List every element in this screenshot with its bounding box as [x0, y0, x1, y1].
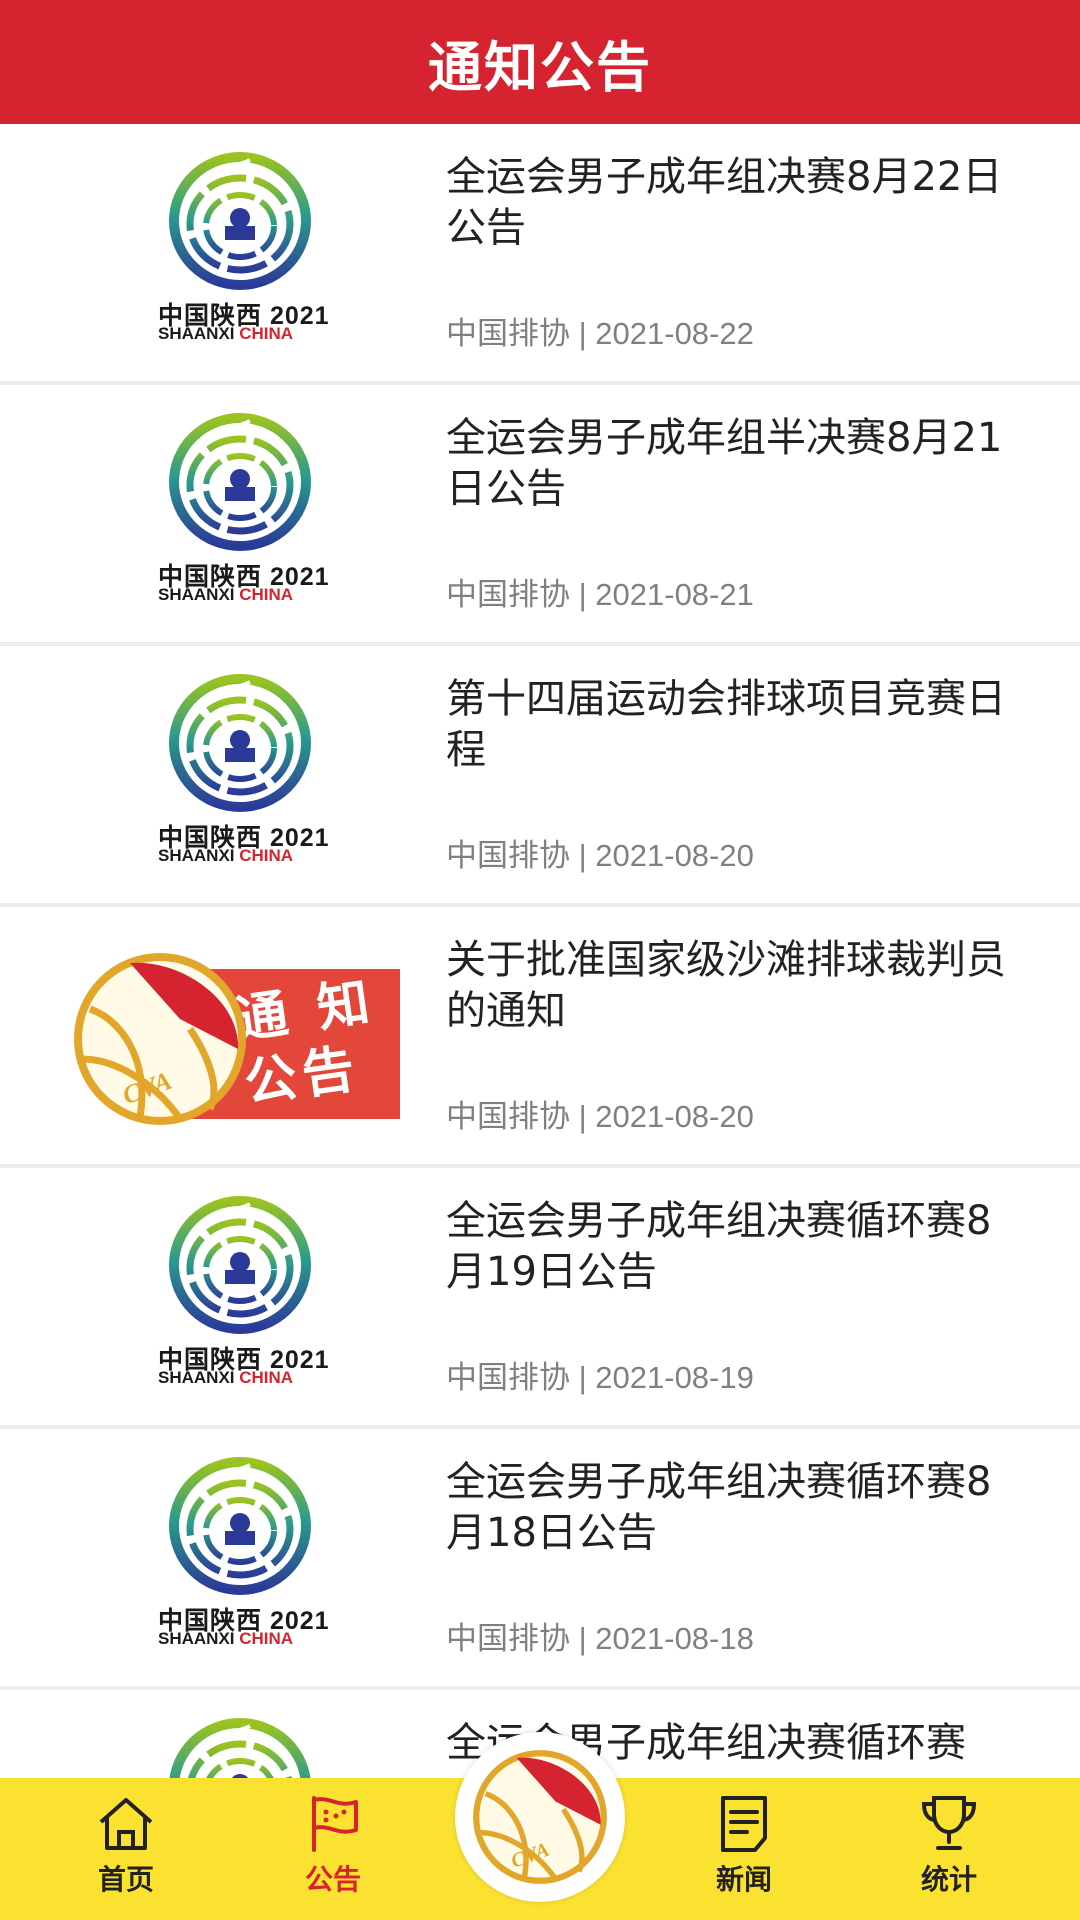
- shaanxi-emblem-icon: [169, 152, 311, 290]
- notice-meta: 中国排协 | 2021-08-20: [446, 838, 754, 873]
- list-item[interactable]: 中国陕西 2021 SHAANXI CHINA 第十四届运动会排球项目竞赛日程 中…: [0, 646, 1080, 907]
- notice-title[interactable]: 第十四届运动会排球项目竞赛日程: [446, 674, 1026, 776]
- nav-label: 公告: [304, 1863, 361, 1896]
- thumbnail: 中国陕西 2021SHAANXI CHINA: [70, 146, 400, 364]
- notice-meta: 中国排协 | 2021-08-18: [446, 1621, 754, 1656]
- notice-title[interactable]: 全运会男子成年组决赛循环赛8月18日公告: [446, 1457, 1026, 1559]
- nav-label: 首页: [97, 1863, 154, 1896]
- notice-list[interactable]: 中国陕西 2021 SHAANXI CHINA 全运会男子成年组决赛8月22日公告…: [0, 124, 1080, 1778]
- shaanxi-emblem-icon: [169, 1196, 311, 1334]
- notice-banner-text: 通 知公告: [232, 971, 380, 1115]
- thumbnail: 通 知公告 CVA: [70, 929, 400, 1147]
- trophy-icon: [921, 1796, 977, 1850]
- shaanxi-2021-logo: 中国陕西 2021SHAANXI CHINA: [70, 407, 400, 625]
- page-title: 通知公告: [428, 35, 652, 99]
- nav-item-notice[interactable]: 公告: [273, 1778, 393, 1920]
- shaanxi-emblem-icon: [169, 413, 311, 551]
- shaanxi-2021-logo: 中国陕西 2021SHAANXI CHINA: [70, 1451, 400, 1669]
- flag-icon: [312, 1796, 358, 1852]
- thumbnail: 中国陕西 2021SHAANXI CHINA: [70, 407, 400, 625]
- thumbnail: 中国陕西 2021SHAANXI CHINA: [70, 1712, 400, 1778]
- logo-subtext: SHAANXI CHINA: [158, 585, 294, 604]
- nav-label: 新闻: [715, 1863, 772, 1896]
- list-item[interactable]: 通 知公告 CVA 关于批准国家级沙滩排球裁判员的通知 中国排协 | 2021-…: [0, 907, 1080, 1168]
- home-icon: [99, 1798, 153, 1850]
- volleyball-logo-icon: CVA: [74, 953, 246, 1125]
- shaanxi-2021-logo: 中国陕西 2021SHAANXI CHINA: [70, 146, 400, 364]
- nav-item-news[interactable]: 新闻: [684, 1778, 804, 1920]
- thumbnail: 中国陕西 2021SHAANXI CHINA: [70, 1190, 400, 1408]
- shaanxi-2021-logo: 中国陕西 2021SHAANXI CHINA: [70, 1190, 400, 1408]
- nav-item-stats[interactable]: 统计: [889, 1778, 1009, 1920]
- list-item[interactable]: 中国陕西 2021 SHAANXI CHINA 全运会男子成年组决赛循环赛8月19…: [0, 1168, 1080, 1429]
- shaanxi-emblem-icon: [169, 1718, 311, 1778]
- nav-item-home[interactable]: 首页: [66, 1778, 186, 1920]
- shaanxi-emblem-icon: [169, 1457, 311, 1595]
- cva-notice-image: 通 知公告 CVA: [70, 929, 400, 1147]
- list-item[interactable]: 中国陕西 2021 SHAANXI CHINA 全运会男子成年组决赛8月22日公告…: [0, 124, 1080, 385]
- notice-meta: 中国排协 | 2021-08-22: [446, 316, 754, 351]
- notice-title[interactable]: 关于批准国家级沙滩排球裁判员的通知: [446, 935, 1026, 1037]
- nav-label: 统计: [920, 1863, 977, 1896]
- shaanxi-emblem-icon: [169, 674, 311, 812]
- notice-meta: 中国排协 | 2021-08-19: [446, 1360, 754, 1395]
- thumbnail: 中国陕西 2021SHAANXI CHINA: [70, 668, 400, 886]
- news-icon: [721, 1796, 767, 1852]
- logo-subtext: SHAANXI CHINA: [158, 324, 294, 343]
- center-cva-button[interactable]: CVA: [455, 1732, 625, 1902]
- notice-meta: 中国排协 | 2021-08-20: [446, 1099, 754, 1134]
- shaanxi-2021-logo: 中国陕西 2021SHAANXI CHINA: [70, 1712, 400, 1778]
- notice-meta: 中国排协 | 2021-08-21: [446, 577, 754, 612]
- notice-title[interactable]: 全运会男子成年组决赛循环赛8月19日公告: [446, 1196, 1026, 1298]
- volleyball-logo-icon: CVA: [473, 1750, 607, 1884]
- page-header: 通知公告: [0, 0, 1080, 124]
- notice-title[interactable]: 全运会男子成年组半决赛8月21日公告: [446, 413, 1026, 515]
- notice-title[interactable]: 全运会男子成年组决赛8月22日公告: [446, 152, 1026, 254]
- logo-subtext: SHAANXI CHINA: [158, 846, 294, 865]
- logo-subtext: SHAANXI CHINA: [158, 1629, 294, 1648]
- shaanxi-2021-logo: 中国陕西 2021SHAANXI CHINA: [70, 668, 400, 886]
- logo-subtext: SHAANXI CHINA: [158, 1368, 294, 1387]
- list-item[interactable]: 中国陕西 2021 SHAANXI CHINA 全运会男子成年组半决赛8月21日公…: [0, 385, 1080, 646]
- list-item[interactable]: 中国陕西 2021 SHAANXI CHINA 全运会男子成年组决赛循环赛8月18…: [0, 1429, 1080, 1690]
- thumbnail: 中国陕西 2021SHAANXI CHINA: [70, 1451, 400, 1669]
